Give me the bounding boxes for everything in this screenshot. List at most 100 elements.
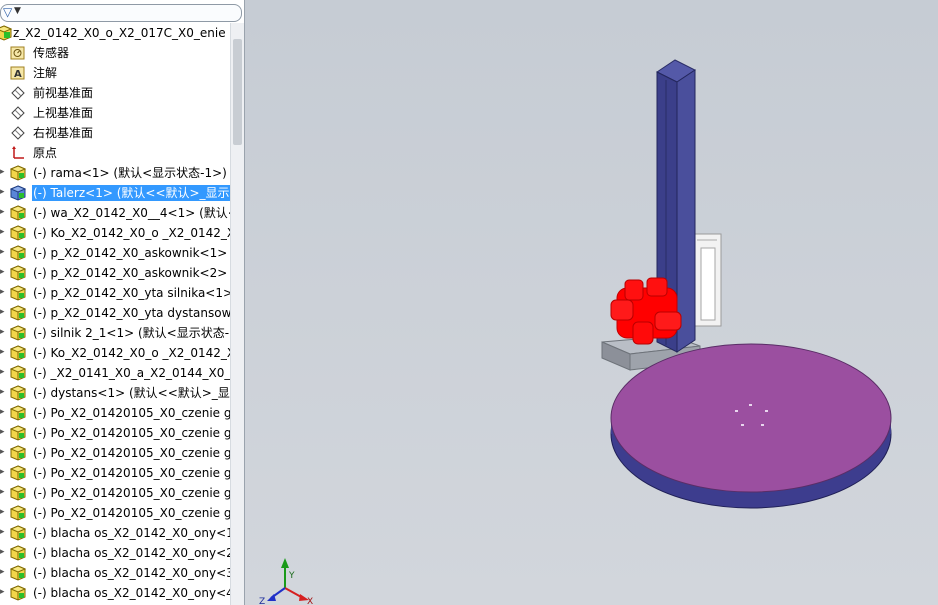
scrollbar-thumb[interactable] (233, 39, 242, 145)
feature-tree: z_X2_0142_X0_o_X2_017C_X0_enie ca 传感器 A 注解前… (0, 23, 230, 605)
tree-item[interactable]: ▸ (-) blacha os_X2_0142_X0_ony<1> (0, 523, 230, 543)
tree-item-label: (-) Po_X2_01420105_X0_czenie gwi (33, 506, 230, 520)
expand-icon[interactable]: ▸ (0, 247, 7, 257)
part-icon (9, 485, 27, 501)
expand-icon[interactable]: ▸ (0, 487, 7, 497)
expand-icon[interactable]: ▸ (0, 227, 7, 237)
filter-icon[interactable]: ▽ (3, 5, 12, 19)
tree-item[interactable]: ▸ (-) blacha os_X2_0142_X0_ony<4> (0, 583, 230, 603)
tree-item-label: (-) Ko_X2_0142_X0_o _X2_0142_X0 (33, 346, 230, 360)
plane-icon (10, 105, 26, 121)
triad-x-label: X (307, 597, 313, 605)
tree-item-label: 原点 (33, 146, 58, 160)
tree-item-label: (-) rama<1> (默认<显示状态-1>) (33, 166, 227, 180)
tree-item[interactable]: ▸ (-) Ko_X2_0142_X0_o _X2_0142_X0 (0, 223, 230, 243)
expand-icon[interactable]: ▸ (0, 307, 7, 317)
expand-icon[interactable]: ▸ (0, 587, 7, 597)
tree-item[interactable]: 上视基准面 (0, 103, 230, 123)
tree-root-assembly[interactable]: z_X2_0142_X0_o_X2_017C_X0_enie ca (0, 23, 230, 43)
tree-item[interactable]: ▸ (-) Po_X2_01420105_X0_czenie gwi (0, 503, 230, 523)
expand-icon[interactable]: ▸ (0, 327, 7, 337)
tree-scrollbar[interactable] (230, 23, 244, 605)
turntable-platter (610, 343, 892, 509)
expand-icon[interactable]: ▸ (0, 167, 7, 177)
tree-item-label: (-) dystans<1> (默认<<默认>_显示 (33, 386, 230, 400)
expand-icon[interactable]: ▸ (0, 527, 7, 537)
expand-icon[interactable]: ▸ (0, 207, 7, 217)
part-icon (9, 305, 27, 321)
tree-item[interactable]: ▸ (-) Po_X2_01420105_X0_czenie gwi (0, 403, 230, 423)
filter-input[interactable]: ▽ ▼ (0, 4, 242, 22)
tree-item-label: (-) p_X2_0142_X0_askownik<2> (默 (33, 266, 230, 280)
tree-item[interactable]: ▸ (-) Po_X2_01420105_X0_czenie gwi (0, 483, 230, 503)
expand-icon[interactable]: ▸ (0, 427, 7, 437)
part-icon (9, 225, 27, 241)
part-icon (9, 545, 27, 561)
tree-item[interactable]: ▸ (-) dystans<1> (默认<<默认>_显示 (0, 383, 230, 403)
expand-icon[interactable]: ▸ (0, 467, 7, 477)
part-icon (9, 365, 27, 381)
tree-item-label: (-) wa_X2_0142_X0__4<1> (默认<显 (33, 206, 230, 220)
tree-item[interactable]: ▸ (-) Po_X2_01420105_X0_czenie gwi (0, 443, 230, 463)
tree-item-label: 传感器 (33, 46, 70, 60)
tree-item[interactable]: ▸ (-) Po_X2_01420105_X0_czenie gwi (0, 423, 230, 443)
expand-icon[interactable]: ▸ (0, 187, 7, 197)
svg-text:A: A (14, 69, 22, 80)
filter-bar: ▽ ▼ (0, 2, 242, 22)
tree-item[interactable]: ▸ (-) blacha os_X2_0142_X0_ony<3> (0, 563, 230, 583)
triad-z-label: Z (259, 597, 265, 605)
tree-item[interactable]: ▸ (-) p_X2_0142_X0_yta silnika<1> (默 (0, 283, 230, 303)
part-icon (9, 285, 27, 301)
tree-item-label: 前视基准面 (33, 86, 94, 100)
plane-icon (10, 85, 26, 101)
tree-item[interactable]: ▸ (-) Talerz<1> (默认<<默认>_显示状 (0, 183, 230, 203)
expand-icon[interactable]: ▸ (0, 287, 7, 297)
tree-item-label: (-) blacha os_X2_0142_X0_ony<1> (33, 526, 230, 540)
tree-item-label: (-) Po_X2_01420105_X0_czenie gwi (33, 466, 230, 480)
tree-item[interactable]: ▸ (-) Ko_X2_0142_X0_o _X2_0142_X0 (0, 343, 230, 363)
expand-icon[interactable]: ▸ (0, 387, 7, 397)
tree-item[interactable]: ▸ (-) wa_X2_0142_X0__4<1> (默认<显 (0, 203, 230, 223)
tree-item[interactable]: ▸ (-) _X2_0141_X0_a_X2_0144_X0_cuc (0, 363, 230, 383)
expand-icon[interactable]: ▸ (0, 547, 7, 557)
part-icon (9, 165, 27, 181)
tree-item[interactable]: A 注解 (0, 63, 230, 83)
chevron-down-icon[interactable]: ▼ (14, 6, 21, 16)
part-icon (9, 405, 27, 421)
tree-item[interactable]: ▸ (-) silnik 2_1<1> (默认<显示状态-1 (0, 323, 230, 343)
part-icon (9, 265, 27, 281)
expand-icon[interactable]: ▸ (0, 367, 7, 377)
tree-item[interactable]: 前视基准面 (0, 83, 230, 103)
tree-item[interactable]: ▸ (-) Po_X2_01420105_X0_czenie gwi (0, 463, 230, 483)
tree-item[interactable]: 右视基准面 (0, 123, 230, 143)
tree-item[interactable]: ▸ (-) rama<1> (默认<显示状态-1>) (0, 163, 230, 183)
graphics-viewport[interactable]: Y X Z (245, 0, 938, 605)
part-icon (9, 525, 27, 541)
part-icon (9, 385, 27, 401)
part-icon (9, 465, 27, 481)
assembly-icon (0, 25, 13, 41)
expand-icon[interactable]: ▸ (0, 347, 7, 357)
part-icon (9, 505, 27, 521)
tree-item-label: 上视基准面 (33, 106, 94, 120)
tree-item[interactable]: ▸ (-) p_X2_0142_X0_yta dystansowa< (0, 303, 230, 323)
tree-item[interactable]: ▸ (-) blacha os_X2_0142_X0_ony<2> (0, 543, 230, 563)
expand-icon[interactable]: ▸ (0, 407, 7, 417)
expand-icon[interactable]: ▸ (0, 507, 7, 517)
tree-item-label: (-) Po_X2_01420105_X0_czenie gwi (33, 486, 230, 500)
tree-item[interactable]: ▸ (-) p_X2_0142_X0_askownik<2> (默 (0, 263, 230, 283)
part-icon (9, 565, 27, 581)
tree-item[interactable]: 传感器 (0, 43, 230, 63)
side-bracket (692, 233, 722, 327)
tree-item-label: (-) blacha os_X2_0142_X0_ony<3> (33, 566, 230, 580)
tree-item[interactable]: ▸ (-) p_X2_0142_X0_askownik<1> (默 (0, 243, 230, 263)
tree-item[interactable]: 原点 (0, 143, 230, 163)
expand-icon[interactable]: ▸ (0, 267, 7, 277)
tree-item-label: 注解 (33, 66, 58, 80)
part-icon (9, 325, 27, 341)
expand-icon[interactable]: ▸ (0, 447, 7, 457)
triad-y-label: Y (288, 571, 295, 581)
part-icon (9, 345, 27, 361)
expand-icon[interactable]: ▸ (0, 567, 7, 577)
tree-item-label: (-) blacha os_X2_0142_X0_ony<2> (33, 546, 230, 560)
